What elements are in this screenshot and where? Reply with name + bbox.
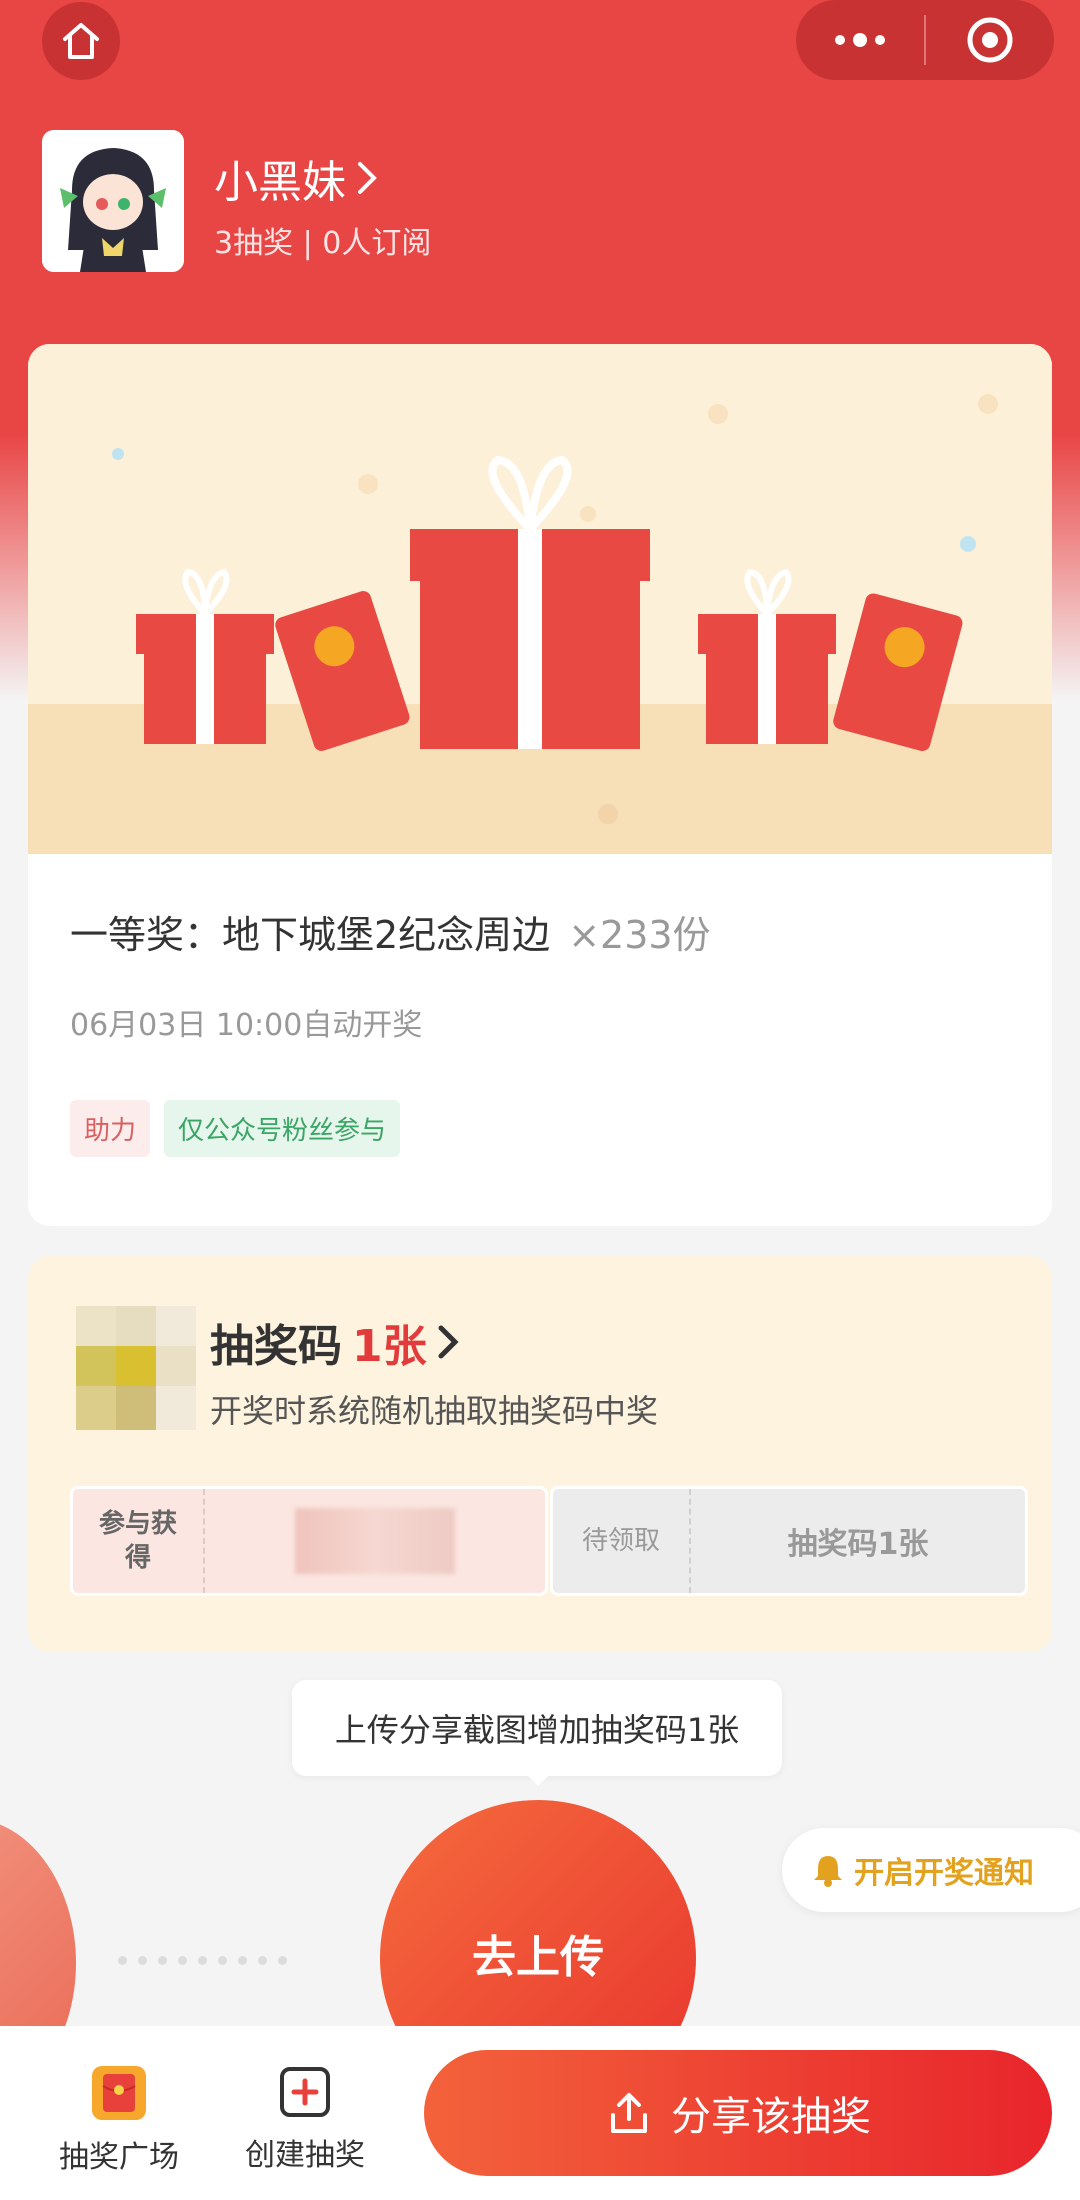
carousel-dots [118, 1956, 287, 1965]
lottery-code-card: 抽奖码 1张 开奖时系统随机抽取抽奖码中奖 参与获得 待领取 抽奖码1张 [28, 1256, 1052, 1652]
close-button[interactable] [926, 0, 1054, 80]
share-lottery-label: 分享该抽奖 [671, 2094, 871, 2140]
home-icon [63, 23, 99, 59]
profile-name[interactable]: 小黑妹 [214, 146, 378, 210]
carousel-dot [158, 1956, 167, 1965]
tooltip-arrow [526, 1774, 550, 1786]
prize-title: 一等奖：地下城堡2纪念周边 ×233份 [70, 904, 711, 959]
share-lottery-button[interactable]: 分享该抽奖 [424, 2050, 1052, 2176]
more-dots-icon [835, 33, 885, 47]
ticket-participation: 参与获得 [70, 1486, 548, 1596]
prize-name: 一等奖：地下城堡2纪念周边 [70, 913, 551, 957]
tab-create-lottery-label: 创建抽奖 [245, 2138, 365, 2173]
lottery-code-count: 1张 [352, 1321, 427, 1372]
red-packet-icon [92, 2066, 146, 2120]
lottery-code-label: 抽奖码 [210, 1321, 342, 1372]
share-upload-icon [611, 2093, 647, 2133]
ticket-participation-code [205, 1508, 545, 1574]
more-button[interactable] [796, 0, 924, 80]
tag-assist: 助力 [70, 1100, 151, 1157]
draw-time: 06月03日 10:00自动开奖 [70, 1008, 423, 1043]
upload-tooltip: 上传分享截图增加抽奖码1张 [292, 1680, 782, 1776]
profile-name-label: 小黑妹 [214, 157, 346, 208]
chevron-right-icon [438, 1325, 459, 1359]
ticket-pending-label: 待领取 [553, 1489, 691, 1593]
ticket-pending-value: 抽奖码1张 [787, 1527, 929, 1562]
page: 小黑妹 3抽奖 | 0人订阅 一等奖：地下城堡2纪念周边 ×233份 06月03… [0, 0, 1080, 2200]
tab-lottery-square-label: 抽奖广场 [59, 2140, 179, 2175]
prize-quantity: ×233份 [568, 913, 711, 957]
tab-create-lottery[interactable]: 创建抽奖 [210, 2064, 400, 2174]
target-close-icon [967, 17, 1013, 63]
carousel-dot [218, 1956, 227, 1965]
prize-card: 一等奖：地下城堡2纪念周边 ×233份 06月03日 10:00自动开奖 助力 … [28, 344, 1052, 1226]
notify-button[interactable]: 开启开奖通知 [782, 1828, 1080, 1912]
mini-program-capsule [796, 0, 1054, 80]
carousel-dot [278, 1956, 287, 1965]
profile-stats: 3抽奖 | 0人订阅 [214, 226, 432, 261]
prize-tags: 助力 仅公众号粉丝参与 [70, 1100, 401, 1157]
avatar[interactable] [42, 130, 184, 272]
chevron-right-icon [358, 162, 377, 194]
code-thumbnail [76, 1306, 196, 1430]
tab-lottery-square[interactable]: 抽奖广场 [24, 2064, 214, 2176]
home-button[interactable] [42, 2, 120, 80]
ticket-participation-label: 参与获得 [73, 1489, 205, 1593]
carousel-dot [178, 1956, 187, 1965]
avatar-illustration [42, 130, 184, 272]
carousel-dot [258, 1956, 267, 1965]
bell-icon [814, 1856, 842, 1887]
blurred-code [295, 1508, 455, 1574]
ticket-pending[interactable]: 待领取 抽奖码1张 [550, 1486, 1028, 1596]
tag-fans-only: 仅公众号粉丝参与 [164, 1100, 401, 1157]
carousel-dot [238, 1956, 247, 1965]
carousel-dot [198, 1956, 207, 1965]
carousel-dot [118, 1956, 127, 1965]
lottery-code-subtitle: 开奖时系统随机抽取抽奖码中奖 [210, 1392, 659, 1430]
lottery-code-title[interactable]: 抽奖码 1张 [210, 1310, 459, 1374]
add-square-icon [280, 2067, 330, 2117]
carousel-dot [138, 1956, 147, 1965]
notify-label: 开启开奖通知 [854, 1856, 1034, 1891]
prize-illustration [28, 344, 1052, 854]
bottom-bar: 抽奖广场 创建抽奖 分享该抽奖 [0, 2026, 1080, 2200]
